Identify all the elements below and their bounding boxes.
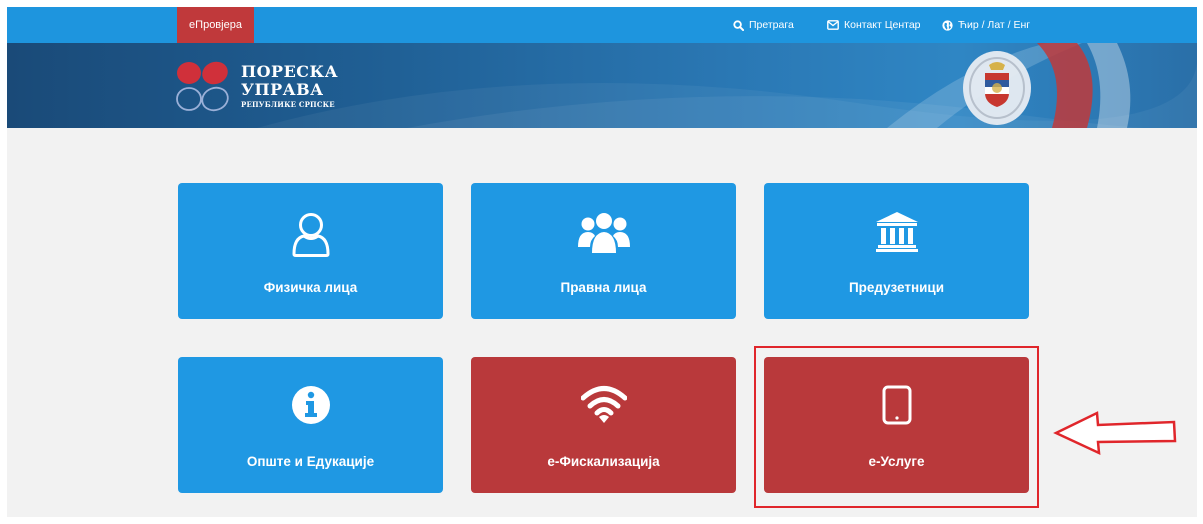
contact-center-label: Контакт Центар [844,19,921,31]
tile-icon-wrap [764,211,1029,257]
tile-icon-wrap [178,211,443,257]
info-icon [291,386,330,424]
search-link[interactable]: Претрага [733,7,794,43]
tile-entrepreneurs[interactable]: Предузетници [764,183,1029,319]
pointer-arrow-icon [1053,411,1177,456]
logo-line-3: РЕПУБЛИКЕ СРПСКЕ [241,99,335,109]
pu-logo-text: ПОРЕСКА УПРАВА РЕПУБЛИКЕ СРПСКЕ [241,61,339,109]
tile-label: е-Фискализација [547,454,660,469]
users-icon [577,213,630,253]
pu-logo[interactable]: ПОРЕСКА УПРАВА РЕПУБЛИКЕ СРПСКЕ [175,53,338,118]
tile-e-fiscalization[interactable]: е-Фискализација [471,357,736,493]
top-bar: еПровјера Претрага Контакт Центар Ћир / … [7,7,1197,43]
tile-legal-entities[interactable]: Правна лица [471,183,736,319]
tile-label: Правна лица [560,280,647,295]
globe-icon [942,19,953,31]
tile-icon-wrap [471,211,736,257]
logo-line-1: ПОРЕСКА [241,61,339,81]
coat-of-arms-seal-icon [963,51,1031,125]
highlight-box [754,346,1039,508]
tile-individuals[interactable]: Физичка лица [178,183,443,319]
tile-general-education[interactable]: Опште и Едукације [178,357,443,493]
tile-label: Предузетници [848,280,945,295]
contact-center-link[interactable]: Контакт Центар [827,7,921,43]
tile-label: Физичка лица [263,280,358,295]
language-switcher[interactable]: Ћир / Лат / Енг [942,7,1030,43]
search-link-label: Претрага [749,19,794,31]
tile-label: Опште и Едукације [246,454,375,469]
institution-icon [875,212,918,252]
wifi-icon [580,386,627,423]
envelope-icon [827,20,839,30]
eprovjera-button[interactable]: еПровјера [177,7,254,43]
page-frame: еПровјера Претрага Контакт Центар Ћир / … [7,7,1197,517]
pu-logo-icon [176,61,229,111]
user-icon [292,213,329,257]
search-icon [733,19,744,31]
tile-icon-wrap [471,385,736,431]
language-label: Ћир / Лат / Енг [958,19,1031,31]
logo-line-2: УПРАВА [241,79,324,99]
header-banner: ПОРЕСКА УПРАВА РЕПУБЛИКЕ СРПСКЕ [7,43,1197,128]
tile-icon-wrap [178,385,443,431]
